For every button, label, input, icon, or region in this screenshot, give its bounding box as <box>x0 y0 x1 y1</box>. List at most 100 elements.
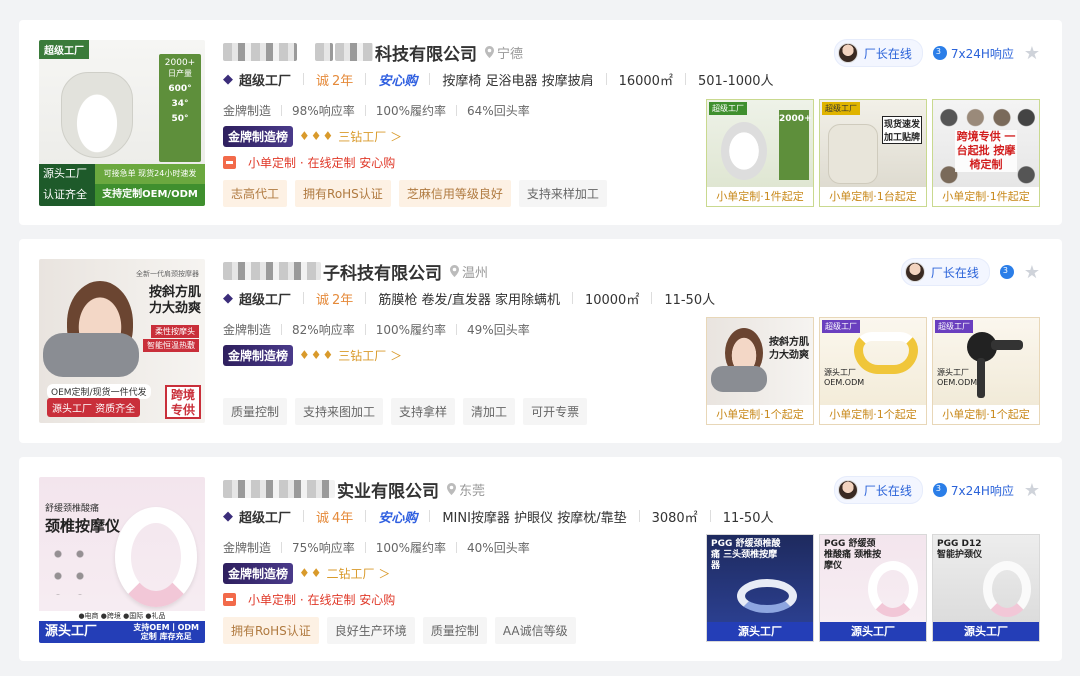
contact-area: 厂长在线 ★ <box>900 258 1040 286</box>
tag: 质量控制 <box>223 398 288 425</box>
online-button[interactable]: 厂长在线 <box>900 258 990 286</box>
redacted-name <box>223 262 321 280</box>
gold-manufacture-rank-badge: 金牌制造榜 <box>223 562 294 584</box>
source-factory-bar: 源头工厂 支持OEM丨ODM 定制 库存充足 <box>39 621 205 643</box>
gold-manufacture-rank-badge: 金牌制造榜 <box>223 125 294 147</box>
factory-level: 超级工厂 <box>239 73 292 89</box>
company-info-row: ◆ 超级工厂 诚 2年 筋膜枪 卷发/直发器 家用除螨机 10000㎡ 11-50… <box>223 288 715 308</box>
source-factory-label: 源头工厂 <box>39 164 95 184</box>
diamond-icon: ◆ <box>223 508 233 524</box>
main-categories: 按摩椅 足浴电器 按摩披肩 <box>442 73 594 89</box>
super-factory-badge: 超级工厂 <box>39 40 89 59</box>
online-button[interactable]: 厂长在线 <box>833 39 923 67</box>
response-badge: 7x24H响应 <box>932 482 1014 499</box>
company-title-row: 子科技有限公司 温州 <box>223 259 488 284</box>
oem-label: 支持定制OEM/ODM <box>95 184 205 206</box>
tags-row: 志高代工 拥有RoHS认证 芝麻信用等级良好 支持来样加工 <box>223 180 607 207</box>
location-pin-icon <box>485 46 494 58</box>
yield-panel: 2000+ 日产量 600° 34° 50° <box>159 54 201 162</box>
factory-area: 16000㎡ <box>618 73 673 89</box>
avatar <box>837 480 858 500</box>
stats-row: 金牌制造 98%响应率 100%履约率 64%回头率 <box>223 103 530 118</box>
rank-link[interactable]: 二钻工厂 ＞ <box>327 565 391 582</box>
factory-card[interactable]: 舒缓颈椎酸痛 颈椎按摩仪 ●电商 ●跨境 ●国际 ●礼品 源头工厂 支持OEM丨… <box>19 457 1062 661</box>
rank-row[interactable]: 金牌制造榜 ♦♦ 二钻工厂 ＞ <box>223 562 391 584</box>
factory-level: 超级工厂 <box>239 292 292 308</box>
tag: AA诚信等级 <box>494 617 576 644</box>
staff-count: 11-50人 <box>722 510 774 526</box>
product-caption: 小单定制·1个起定 <box>933 405 1039 424</box>
factory-card[interactable]: 全新一代肩颈按摩器 按斜方肌 力大劲爽 柔性按摩头 智能恒温热敷 OEM定制/现… <box>19 239 1062 443</box>
company-name[interactable]: 子科技有限公司 <box>323 259 442 284</box>
product-thumb[interactable]: PGG 舒缓颈椎酸痛 三头颈椎按摩器 源头工厂 <box>706 534 814 642</box>
product-caption: 小单定制·1件起定 <box>707 187 813 206</box>
product-thumb[interactable]: 跨境专供 一台起批 按摩椅定制 小单定制·1件起定 <box>932 99 1040 207</box>
product-caption: 小单定制·1个起定 <box>707 405 813 424</box>
product-caption: 源头工厂 <box>707 622 813 641</box>
staff-count: 11-50人 <box>664 292 716 308</box>
main-product-image[interactable]: 全新一代肩颈按摩器 按斜方肌 力大劲爽 柔性按摩头 智能恒温热敷 OEM定制/现… <box>39 259 205 423</box>
product-caption: 小单定制·1件起定 <box>933 187 1039 206</box>
neck-massager-image <box>61 72 133 158</box>
neck-massager-image <box>115 507 197 607</box>
massage-chair-image <box>828 124 878 184</box>
diamond-gems-icon: ♦♦♦ <box>299 348 335 362</box>
staff-count: 501-1000人 <box>697 73 774 89</box>
product-thumb[interactable]: 超级工厂 现货速发 加工贴牌 小单定制·1台起定 <box>819 99 927 207</box>
product-thumbnails: 按斜方肌 力大劲爽 小单定制·1个起定 超级工厂 源头工厂 OEM.ODM 小单… <box>706 317 1040 425</box>
product-thumb[interactable]: PGG 舒缓颈椎酸痛 颈椎按摩仪 源头工厂 <box>819 534 927 642</box>
product-thumb[interactable]: PGG D12 智能护颈仪 源头工厂 <box>932 534 1040 642</box>
online-button[interactable]: 厂长在线 <box>833 476 923 504</box>
product-image <box>721 122 767 180</box>
rank-row[interactable]: 金牌制造榜 ♦♦♦ 三钻工厂 ＞ <box>223 125 402 147</box>
rank-link[interactable]: 三钻工厂 ＞ <box>338 347 402 364</box>
rank-link[interactable]: 三钻工厂 ＞ <box>338 128 402 145</box>
redacted-name <box>315 43 333 61</box>
factory-area: 10000㎡ <box>584 292 640 308</box>
company-info-row: ◆ 超级工厂 诚 2年 安心购 按摩椅 足浴电器 按摩披肩 16000㎡ 501-… <box>223 69 774 89</box>
product-thumb[interactable]: 超级工厂 2000+ 小单定制·1件起定 <box>706 99 814 207</box>
tag: 质量控制 <box>422 617 487 644</box>
custom-icon <box>223 155 236 169</box>
favorite-star-icon[interactable]: ★ <box>1024 43 1040 64</box>
main-product-image[interactable]: 超级工厂 2000+ 日产量 600° 34° 50° 可接急单 现货24小时速… <box>39 40 205 206</box>
product-thumb[interactable]: 按斜方肌 力大劲爽 小单定制·1个起定 <box>706 317 814 425</box>
product-caption: 源头工厂 <box>820 622 926 641</box>
tags-row: 质量控制 支持来图加工 支持拿样 清加工 可开专票 <box>223 398 588 425</box>
response-icon <box>999 265 1014 279</box>
contact-area: 厂长在线 7x24H响应 ★ <box>833 476 1040 504</box>
main-categories: 筋膜枪 卷发/直发器 家用除螨机 <box>378 292 560 308</box>
tag: 支持来图加工 <box>295 398 384 425</box>
rank-row[interactable]: 金牌制造榜 ♦♦♦ 三钻工厂 ＞ <box>223 344 402 366</box>
neck-massager-image <box>868 561 918 617</box>
favorite-star-icon[interactable]: ★ <box>1024 262 1040 283</box>
fast-ship-strip: 可接急单 现货24小时速发 <box>95 164 205 184</box>
redacted-name <box>335 43 373 61</box>
super-factory-badge: 超级工厂 <box>822 102 860 115</box>
main-product-image[interactable]: 舒缓颈椎酸痛 颈椎按摩仪 ●电商 ●跨境 ●国际 ●礼品 源头工厂 支持OEM丨… <box>39 477 205 643</box>
factory-card[interactable]: 超级工厂 2000+ 日产量 600° 34° 50° 可接急单 现货24小时速… <box>19 20 1062 225</box>
diamond-icon: ◆ <box>223 71 233 87</box>
favorite-star-icon[interactable]: ★ <box>1024 480 1040 501</box>
redacted-name <box>223 43 297 61</box>
product-thumb[interactable]: 超级工厂 源头工厂 OEM.ODM 小单定制·1个起定 <box>932 317 1040 425</box>
product-caption: 源头工厂 <box>933 622 1039 641</box>
years-badge: 诚 2年 <box>316 292 354 308</box>
super-factory-badge: 超级工厂 <box>709 102 747 115</box>
anxin-badge: 安心购 <box>378 510 418 526</box>
contact-area: 厂长在线 7x24H响应 ★ <box>833 39 1040 67</box>
tag: 良好生产环境 <box>326 617 415 644</box>
company-name[interactable]: 实业有限公司 <box>337 477 439 502</box>
super-factory-badge: 超级工厂 <box>822 320 860 333</box>
diamond-gems-icon: ♦♦♦ <box>299 129 335 143</box>
product-thumb[interactable]: 超级工厂 源头工厂 OEM.ODM 小单定制·1个起定 <box>819 317 927 425</box>
company-name[interactable]: 科技有限公司 <box>375 40 477 65</box>
location: 东莞 <box>447 480 485 499</box>
tag: 可开专票 <box>523 398 588 425</box>
gold-manufacture-rank-badge: 金牌制造榜 <box>223 344 294 366</box>
diamond-gems-icon: ♦♦ <box>299 566 323 580</box>
location-pin-icon <box>450 265 459 277</box>
tag: 拥有RoHS认证 <box>295 180 391 207</box>
response-icon <box>932 483 947 497</box>
neck-massager-image <box>854 332 918 374</box>
